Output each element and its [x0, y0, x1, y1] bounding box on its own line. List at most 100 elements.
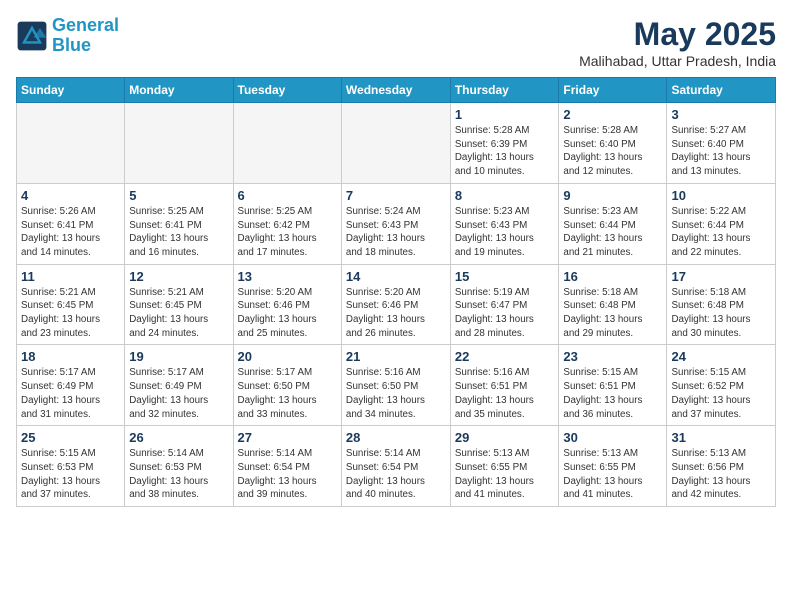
calendar-table: SundayMondayTuesdayWednesdayThursdayFrid…: [16, 77, 776, 507]
day-number: 10: [671, 188, 771, 203]
day-number: 17: [671, 269, 771, 284]
day-info: Sunrise: 5:17 AM Sunset: 6:50 PM Dayligh…: [238, 366, 337, 421]
day-info: Sunrise: 5:18 AM Sunset: 6:48 PM Dayligh…: [563, 286, 662, 341]
day-info: Sunrise: 5:17 AM Sunset: 6:49 PM Dayligh…: [129, 366, 228, 421]
calendar-cell: 27 Sunrise: 5:14 AM Sunset: 6:54 PM Dayli…: [233, 426, 341, 507]
calendar-cell: [233, 103, 341, 184]
calendar-cell: 6 Sunrise: 5:25 AM Sunset: 6:42 PM Daylig…: [233, 183, 341, 264]
calendar-cell: 9 Sunrise: 5:23 AM Sunset: 6:44 PM Daylig…: [559, 183, 667, 264]
day-info: Sunrise: 5:14 AM Sunset: 6:53 PM Dayligh…: [129, 447, 228, 502]
day-info: Sunrise: 5:25 AM Sunset: 6:41 PM Dayligh…: [129, 205, 228, 260]
day-number: 1: [455, 107, 555, 122]
day-info: Sunrise: 5:14 AM Sunset: 6:54 PM Dayligh…: [238, 447, 337, 502]
day-info: Sunrise: 5:27 AM Sunset: 6:40 PM Dayligh…: [671, 124, 771, 179]
day-number: 28: [346, 430, 446, 445]
day-info: Sunrise: 5:28 AM Sunset: 6:40 PM Dayligh…: [563, 124, 662, 179]
week-row-2: 4 Sunrise: 5:26 AM Sunset: 6:41 PM Daylig…: [17, 183, 776, 264]
calendar-cell: 12Sunrise: 5:21 AM Sunset: 6:45 PM Dayli…: [125, 264, 233, 345]
day-number: 6: [238, 188, 337, 203]
day-info: Sunrise: 5:18 AM Sunset: 6:48 PM Dayligh…: [671, 286, 771, 341]
weekday-header-friday: Friday: [559, 78, 667, 103]
day-info: Sunrise: 5:17 AM Sunset: 6:49 PM Dayligh…: [21, 366, 120, 421]
day-info: Sunrise: 5:15 AM Sunset: 6:52 PM Dayligh…: [671, 366, 771, 421]
logo-icon: [16, 20, 48, 52]
calendar-cell: 2 Sunrise: 5:28 AM Sunset: 6:40 PM Daylig…: [559, 103, 667, 184]
week-row-4: 18 Sunrise: 5:17 AM Sunset: 6:49 PM Dayli…: [17, 345, 776, 426]
day-info: Sunrise: 5:24 AM Sunset: 6:43 PM Dayligh…: [346, 205, 446, 260]
calendar-cell: 31Sunrise: 5:13 AM Sunset: 6:56 PM Dayli…: [667, 426, 776, 507]
calendar-cell: 15 Sunrise: 5:19 AM Sunset: 6:47 PM Dayli…: [450, 264, 559, 345]
day-number: 21: [346, 349, 446, 364]
title-block: May 2025 Malihabad, Uttar Pradesh, India: [579, 16, 776, 69]
day-number: 5: [129, 188, 228, 203]
day-info: Sunrise: 5:22 AM Sunset: 6:44 PM Dayligh…: [671, 205, 771, 260]
calendar-cell: 11Sunrise: 5:21 AM Sunset: 6:45 PM Dayli…: [17, 264, 125, 345]
calendar-cell: 13 Sunrise: 5:20 AM Sunset: 6:46 PM Dayli…: [233, 264, 341, 345]
calendar-cell: 7Sunrise: 5:24 AM Sunset: 6:43 PM Daylig…: [341, 183, 450, 264]
day-info: Sunrise: 5:28 AM Sunset: 6:39 PM Dayligh…: [455, 124, 555, 179]
day-number: 9: [563, 188, 662, 203]
weekday-header-monday: Monday: [125, 78, 233, 103]
calendar-cell: 3Sunrise: 5:27 AM Sunset: 6:40 PM Daylig…: [667, 103, 776, 184]
calendar-cell: 26 Sunrise: 5:14 AM Sunset: 6:53 PM Dayli…: [125, 426, 233, 507]
calendar-cell: 19Sunrise: 5:17 AM Sunset: 6:49 PM Dayli…: [125, 345, 233, 426]
day-number: 14: [346, 269, 446, 284]
calendar-cell: [17, 103, 125, 184]
day-number: 25: [21, 430, 120, 445]
day-number: 2: [563, 107, 662, 122]
day-info: Sunrise: 5:15 AM Sunset: 6:53 PM Dayligh…: [21, 447, 120, 502]
day-info: Sunrise: 5:26 AM Sunset: 6:41 PM Dayligh…: [21, 205, 120, 260]
day-number: 26: [129, 430, 228, 445]
calendar-cell: 5 Sunrise: 5:25 AM Sunset: 6:41 PM Daylig…: [125, 183, 233, 264]
day-info: Sunrise: 5:23 AM Sunset: 6:43 PM Dayligh…: [455, 205, 555, 260]
calendar-cell: 30 Sunrise: 5:13 AM Sunset: 6:55 PM Dayli…: [559, 426, 667, 507]
day-number: 13: [238, 269, 337, 284]
weekday-header-saturday: Saturday: [667, 78, 776, 103]
calendar-cell: 8 Sunrise: 5:23 AM Sunset: 6:43 PM Daylig…: [450, 183, 559, 264]
day-info: Sunrise: 5:16 AM Sunset: 6:51 PM Dayligh…: [455, 366, 555, 421]
calendar-cell: 17 Sunrise: 5:18 AM Sunset: 6:48 PM Dayli…: [667, 264, 776, 345]
day-info: Sunrise: 5:20 AM Sunset: 6:46 PM Dayligh…: [238, 286, 337, 341]
day-info: Sunrise: 5:13 AM Sunset: 6:55 PM Dayligh…: [455, 447, 555, 502]
day-info: Sunrise: 5:20 AM Sunset: 6:46 PM Dayligh…: [346, 286, 446, 341]
weekday-header-sunday: Sunday: [17, 78, 125, 103]
day-number: 20: [238, 349, 337, 364]
day-number: 22: [455, 349, 555, 364]
calendar-title: May 2025: [579, 16, 776, 53]
day-number: 4: [21, 188, 120, 203]
day-info: Sunrise: 5:14 AM Sunset: 6:54 PM Dayligh…: [346, 447, 446, 502]
calendar-cell: 14 Sunrise: 5:20 AM Sunset: 6:46 PM Dayli…: [341, 264, 450, 345]
weekday-header-wednesday: Wednesday: [341, 78, 450, 103]
day-number: 29: [455, 430, 555, 445]
calendar-cell: 23 Sunrise: 5:15 AM Sunset: 6:51 PM Dayli…: [559, 345, 667, 426]
week-row-3: 11Sunrise: 5:21 AM Sunset: 6:45 PM Dayli…: [17, 264, 776, 345]
day-number: 27: [238, 430, 337, 445]
calendar-cell: 20 Sunrise: 5:17 AM Sunset: 6:50 PM Dayli…: [233, 345, 341, 426]
page-header: General Blue May 2025 Malihabad, Uttar P…: [16, 16, 776, 69]
week-row-1: 1 Sunrise: 5:28 AM Sunset: 6:39 PM Daylig…: [17, 103, 776, 184]
calendar-cell: 29 Sunrise: 5:13 AM Sunset: 6:55 PM Dayli…: [450, 426, 559, 507]
day-number: 23: [563, 349, 662, 364]
day-number: 16: [563, 269, 662, 284]
day-info: Sunrise: 5:13 AM Sunset: 6:56 PM Dayligh…: [671, 447, 771, 502]
calendar-cell: 18 Sunrise: 5:17 AM Sunset: 6:49 PM Dayli…: [17, 345, 125, 426]
day-number: 30: [563, 430, 662, 445]
weekday-header-thursday: Thursday: [450, 78, 559, 103]
day-info: Sunrise: 5:13 AM Sunset: 6:55 PM Dayligh…: [563, 447, 662, 502]
calendar-cell: 16 Sunrise: 5:18 AM Sunset: 6:48 PM Dayli…: [559, 264, 667, 345]
day-info: Sunrise: 5:21 AM Sunset: 6:45 PM Dayligh…: [21, 286, 120, 341]
calendar-cell: 22 Sunrise: 5:16 AM Sunset: 6:51 PM Dayli…: [450, 345, 559, 426]
calendar-cell: [125, 103, 233, 184]
day-info: Sunrise: 5:25 AM Sunset: 6:42 PM Dayligh…: [238, 205, 337, 260]
calendar-cell: 21Sunrise: 5:16 AM Sunset: 6:50 PM Dayli…: [341, 345, 450, 426]
day-number: 15: [455, 269, 555, 284]
day-number: 18: [21, 349, 120, 364]
calendar-cell: [341, 103, 450, 184]
weekday-header-tuesday: Tuesday: [233, 78, 341, 103]
logo: General Blue: [16, 16, 119, 56]
day-info: Sunrise: 5:19 AM Sunset: 6:47 PM Dayligh…: [455, 286, 555, 341]
calendar-cell: 24Sunrise: 5:15 AM Sunset: 6:52 PM Dayli…: [667, 345, 776, 426]
day-info: Sunrise: 5:23 AM Sunset: 6:44 PM Dayligh…: [563, 205, 662, 260]
day-number: 8: [455, 188, 555, 203]
day-info: Sunrise: 5:15 AM Sunset: 6:51 PM Dayligh…: [563, 366, 662, 421]
